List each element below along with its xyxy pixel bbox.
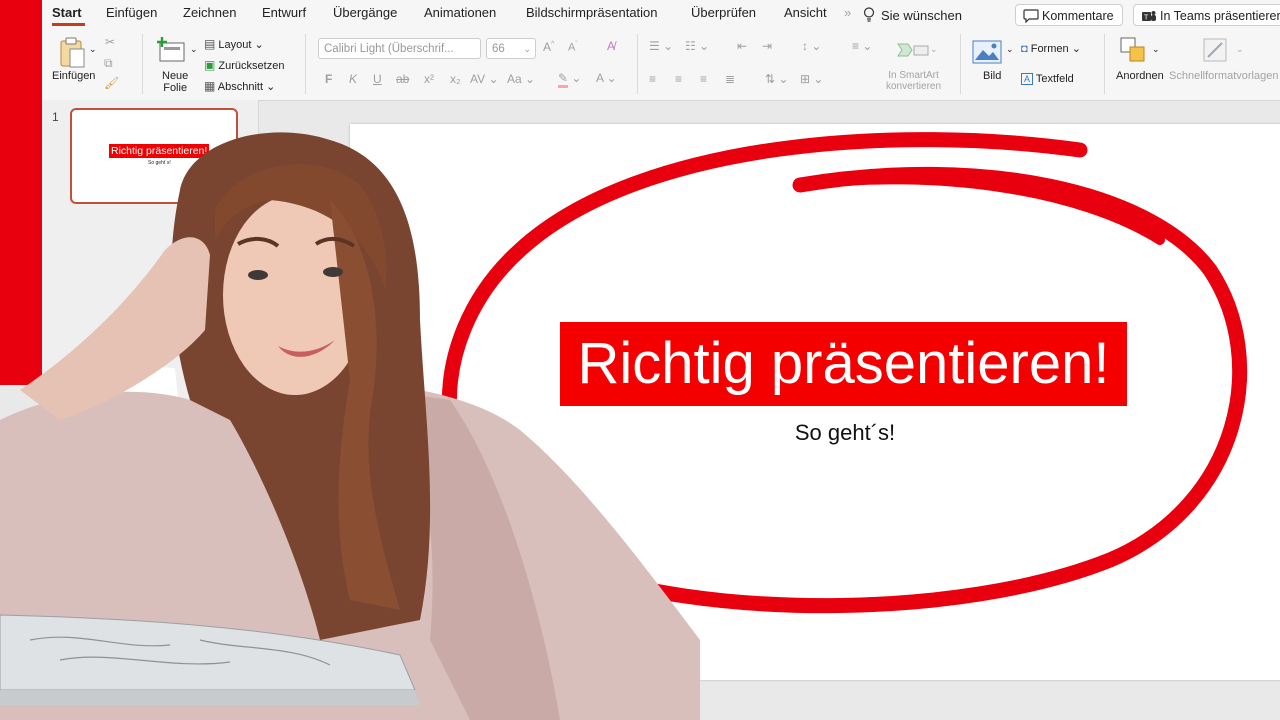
overlay-graphics — [0, 132, 1247, 720]
presenter-photo — [0, 132, 700, 720]
hand-drawn-red-circle-inner-stroke — [795, 174, 1165, 245]
